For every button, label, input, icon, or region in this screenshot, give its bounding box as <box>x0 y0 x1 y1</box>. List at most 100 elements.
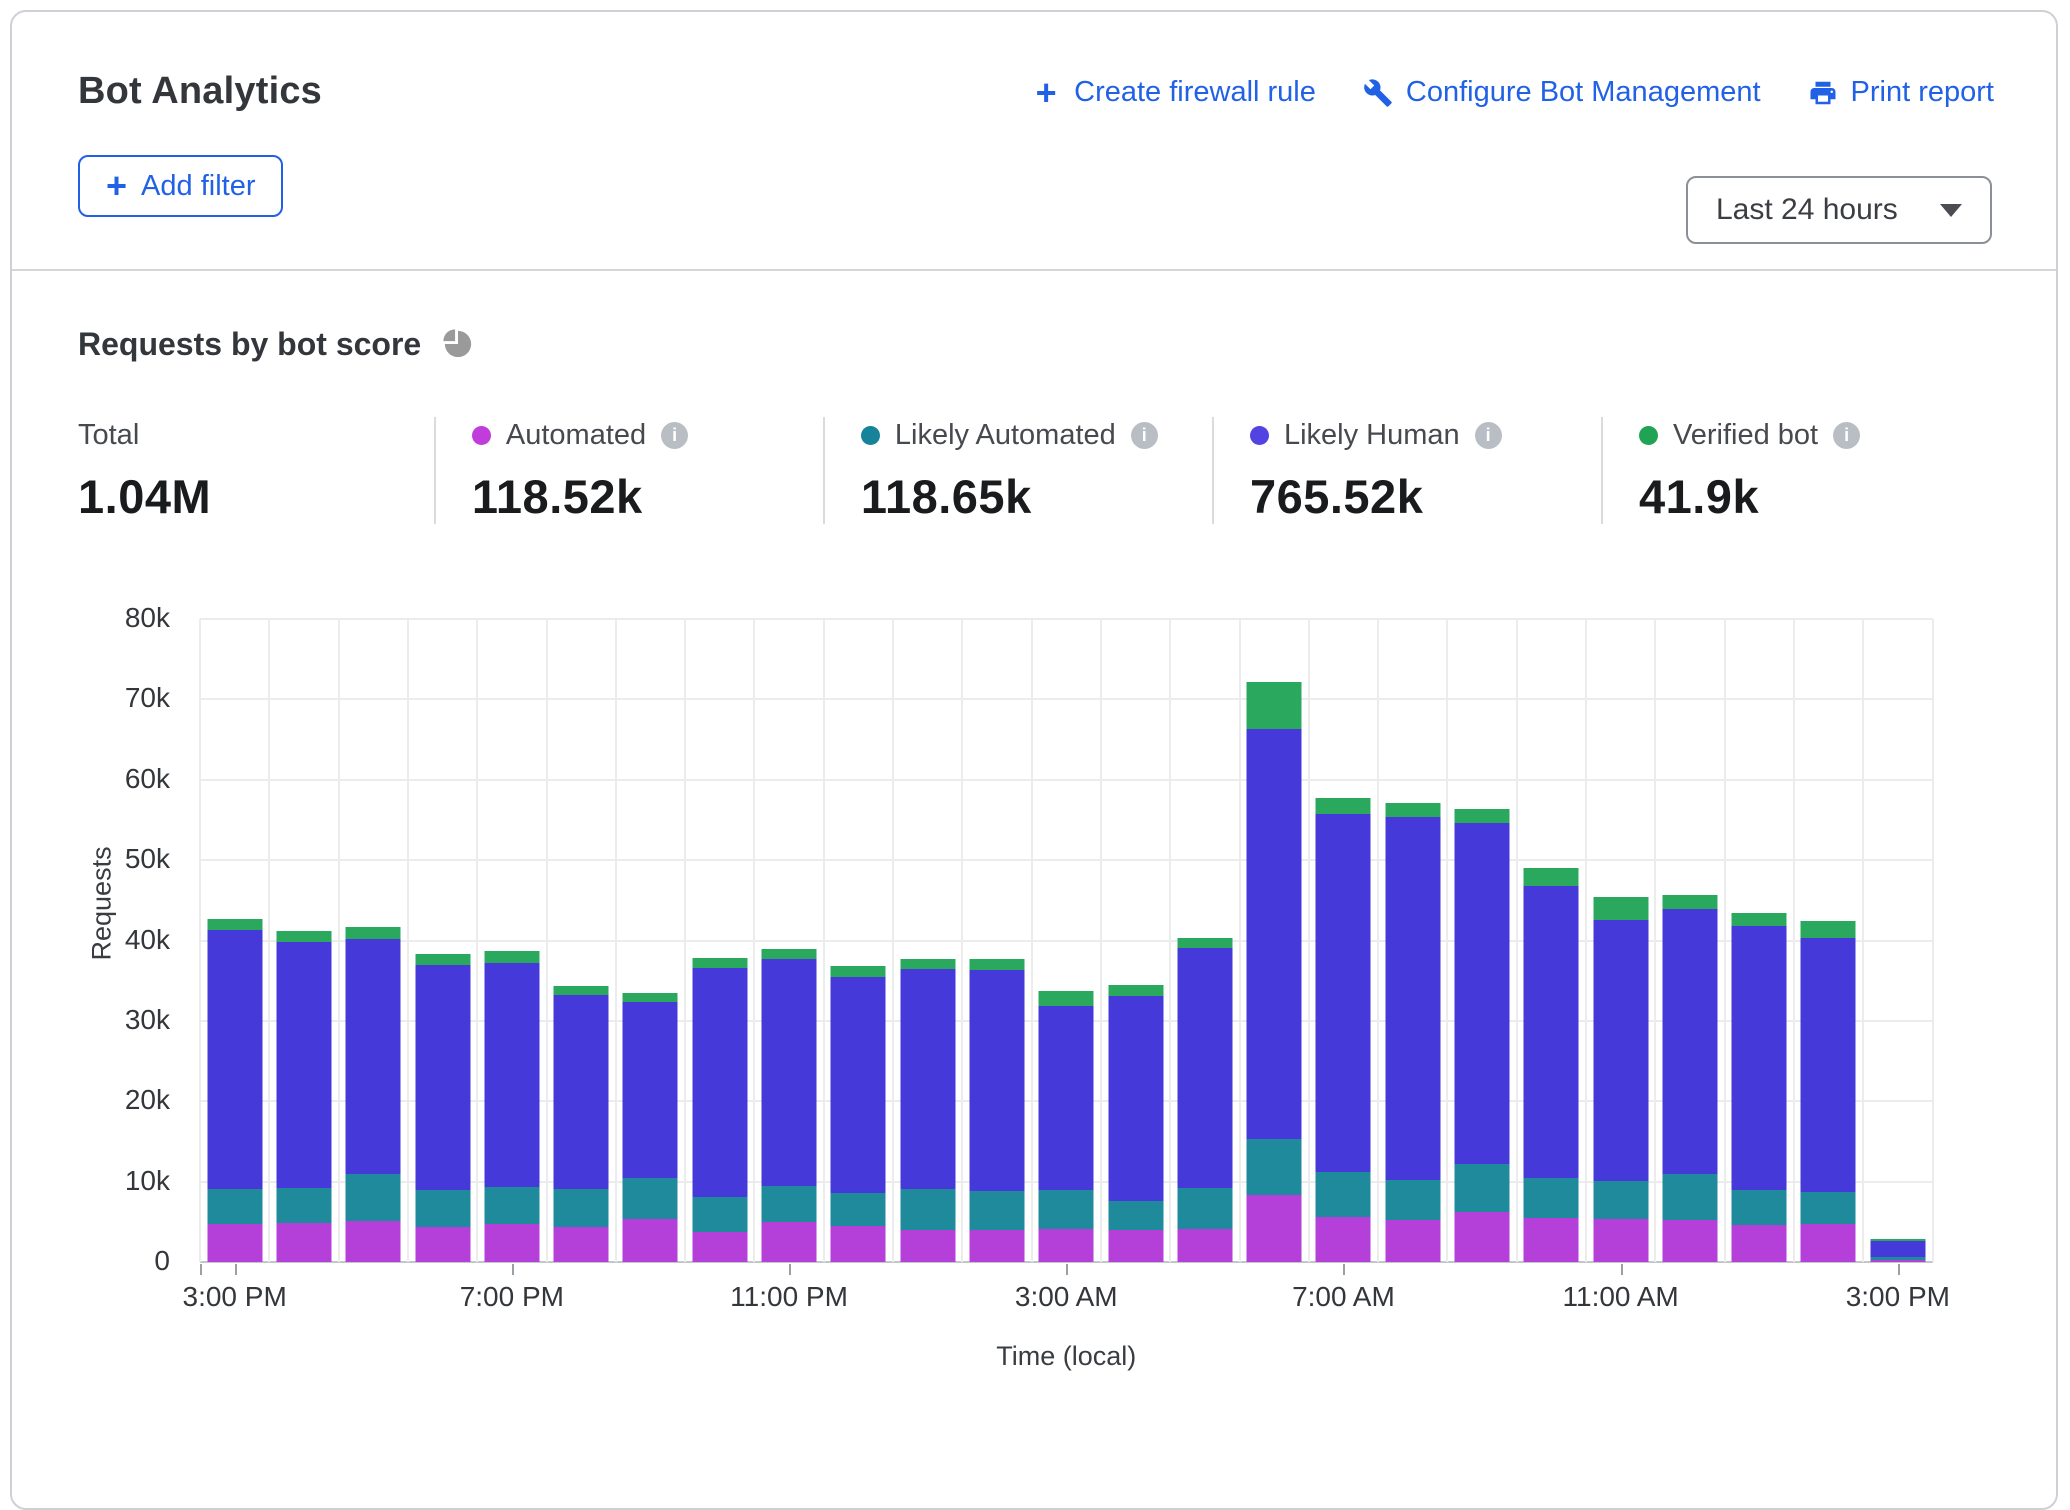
bar-segment-automated[interactable] <box>554 1227 609 1262</box>
bar-segment-likely-automated[interactable] <box>1247 1139 1302 1195</box>
bar-segment-likely-human[interactable] <box>276 942 331 1188</box>
bar-segment-likely-automated[interactable] <box>207 1189 262 1224</box>
bar-segment-automated[interactable] <box>1385 1220 1440 1262</box>
bar-segment-automated[interactable] <box>1801 1224 1856 1262</box>
bar-segment-automated[interactable] <box>1316 1217 1371 1262</box>
bar-segment-automated[interactable] <box>1524 1218 1579 1262</box>
bar-segment-verified-bot[interactable] <box>207 919 262 930</box>
bar-segment-likely-human[interactable] <box>900 969 955 1189</box>
bar-segment-likely-human[interactable] <box>1801 938 1856 1192</box>
bar-segment-verified-bot[interactable] <box>1316 798 1371 814</box>
bar-segment-verified-bot[interactable] <box>1247 682 1302 729</box>
bar-segment-verified-bot[interactable] <box>762 949 817 959</box>
bar-segment-verified-bot[interactable] <box>623 993 678 1002</box>
bar-segment-likely-automated[interactable] <box>1732 1190 1787 1225</box>
action-link-configure-bot-management[interactable]: Configure Bot Management <box>1362 76 1761 109</box>
bar-segment-likely-automated[interactable] <box>1454 1164 1509 1212</box>
bar-segment-likely-human[interactable] <box>1454 823 1509 1164</box>
bar-segment-likely-automated[interactable] <box>1316 1172 1371 1217</box>
bar-segment-likely-automated[interactable] <box>1108 1201 1163 1230</box>
bar-segment-verified-bot[interactable] <box>1108 985 1163 996</box>
bar-segment-verified-bot[interactable] <box>900 959 955 969</box>
bar-segment-automated[interactable] <box>1593 1219 1648 1262</box>
bar-segment-automated[interactable] <box>1454 1212 1509 1262</box>
bar-segment-verified-bot[interactable] <box>1454 809 1509 823</box>
bar-segment-verified-bot[interactable] <box>1732 913 1787 926</box>
bar-segment-verified-bot[interactable] <box>484 951 539 963</box>
bar-segment-likely-human[interactable] <box>692 968 747 1197</box>
bar-segment-automated[interactable] <box>969 1230 1024 1262</box>
bar-segment-likely-human[interactable] <box>1247 729 1302 1139</box>
bar-segment-likely-human[interactable] <box>1177 948 1232 1188</box>
bar-segment-verified-bot[interactable] <box>831 966 886 977</box>
bar-segment-automated[interactable] <box>276 1223 331 1262</box>
bar-segment-automated[interactable] <box>831 1226 886 1262</box>
bar-segment-likely-human[interactable] <box>415 965 470 1190</box>
bar-segment-likely-human[interactable] <box>207 930 262 1189</box>
info-icon[interactable]: i <box>1833 422 1860 449</box>
bar-segment-likely-human[interactable] <box>484 963 539 1187</box>
bar-segment-verified-bot[interactable] <box>554 986 609 995</box>
bar-segment-automated[interactable] <box>1732 1225 1787 1262</box>
bar-segment-likely-automated[interactable] <box>1593 1181 1648 1219</box>
bar-segment-likely-automated[interactable] <box>1177 1188 1232 1229</box>
bar-segment-automated[interactable] <box>207 1224 262 1262</box>
bar-segment-likely-human[interactable] <box>1662 909 1717 1174</box>
bar-segment-likely-automated[interactable] <box>554 1189 609 1227</box>
bar-segment-likely-automated[interactable] <box>831 1193 886 1226</box>
add-filter-button[interactable]: + Add filter <box>78 155 283 217</box>
bar-segment-likely-automated[interactable] <box>1524 1178 1579 1218</box>
bar-segment-likely-human[interactable] <box>762 959 817 1186</box>
bar-segment-likely-automated[interactable] <box>415 1190 470 1227</box>
bar-segment-likely-automated[interactable] <box>276 1188 331 1223</box>
bar-segment-automated[interactable] <box>1870 1260 1925 1262</box>
bar-segment-verified-bot[interactable] <box>1524 868 1579 886</box>
bar-segment-automated[interactable] <box>1247 1195 1302 1262</box>
bar-segment-verified-bot[interactable] <box>415 954 470 965</box>
bar-segment-likely-human[interactable] <box>831 977 886 1193</box>
bar-segment-automated[interactable] <box>623 1219 678 1262</box>
bar-segment-likely-human[interactable] <box>1039 1006 1094 1190</box>
bar-segment-verified-bot[interactable] <box>1593 897 1648 920</box>
bar-segment-likely-automated[interactable] <box>623 1178 678 1219</box>
action-link-print-report[interactable]: Print report <box>1807 76 1994 109</box>
bar-segment-automated[interactable] <box>1177 1229 1232 1262</box>
bar-segment-likely-automated[interactable] <box>1385 1180 1440 1220</box>
bar-segment-verified-bot[interactable] <box>1039 991 1094 1006</box>
bar-segment-likely-human[interactable] <box>1524 886 1579 1178</box>
bar-segment-verified-bot[interactable] <box>1801 921 1856 938</box>
bar-segment-verified-bot[interactable] <box>276 931 331 942</box>
bar-segment-automated[interactable] <box>1108 1230 1163 1262</box>
bar-segment-automated[interactable] <box>346 1221 401 1262</box>
bar-segment-likely-human[interactable] <box>1316 814 1371 1172</box>
bar-segment-likely-automated[interactable] <box>346 1174 401 1221</box>
bar-segment-automated[interactable] <box>900 1230 955 1262</box>
bar-segment-automated[interactable] <box>1039 1229 1094 1262</box>
info-icon[interactable]: i <box>1475 422 1502 449</box>
bar-segment-automated[interactable] <box>762 1222 817 1262</box>
time-range-select[interactable]: Last 24 hours <box>1686 176 1992 244</box>
bar-segment-likely-human[interactable] <box>554 995 609 1189</box>
bar-segment-automated[interactable] <box>1662 1220 1717 1262</box>
bar-segment-likely-automated[interactable] <box>1662 1174 1717 1220</box>
bar-segment-likely-human[interactable] <box>1593 920 1648 1181</box>
bar-segment-likely-automated[interactable] <box>969 1191 1024 1230</box>
bar-segment-likely-human[interactable] <box>1732 926 1787 1190</box>
bar-segment-likely-automated[interactable] <box>900 1189 955 1230</box>
bar-segment-automated[interactable] <box>415 1227 470 1262</box>
bar-segment-verified-bot[interactable] <box>1662 895 1717 909</box>
bar-segment-verified-bot[interactable] <box>692 958 747 968</box>
bar-segment-likely-human[interactable] <box>623 1002 678 1178</box>
bar-segment-likely-human[interactable] <box>1385 817 1440 1180</box>
info-icon[interactable]: i <box>661 422 688 449</box>
info-icon[interactable]: i <box>1131 422 1158 449</box>
bar-segment-likely-human[interactable] <box>1870 1241 1925 1257</box>
bar-segment-likely-automated[interactable] <box>762 1186 817 1222</box>
bar-segment-likely-automated[interactable] <box>692 1197 747 1232</box>
bar-segment-verified-bot[interactable] <box>346 927 401 939</box>
bar-segment-likely-automated[interactable] <box>1039 1190 1094 1229</box>
bar-segment-likely-automated[interactable] <box>1801 1192 1856 1224</box>
bar-segment-likely-human[interactable] <box>969 970 1024 1191</box>
bar-segment-automated[interactable] <box>484 1224 539 1262</box>
action-link-create-firewall-rule[interactable]: +Create firewall rule <box>1030 76 1316 109</box>
